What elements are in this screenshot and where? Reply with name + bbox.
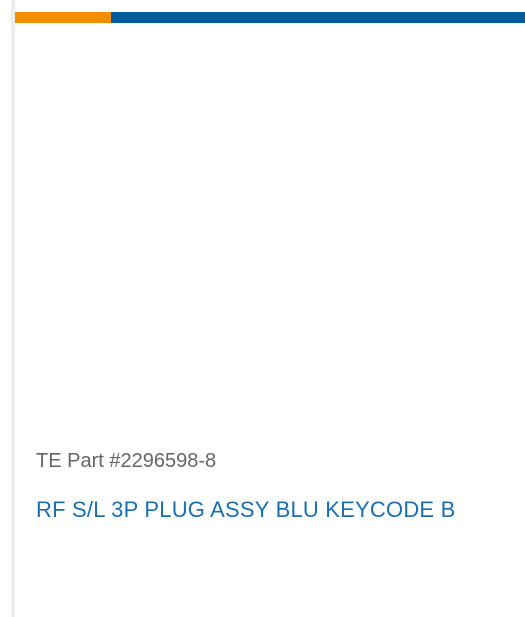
card-accent-bar bbox=[15, 12, 525, 23]
accent-bar-blue bbox=[111, 12, 525, 23]
product-title-link[interactable]: RF S/L 3P PLUG ASSY BLU KEYCODE B bbox=[36, 493, 506, 527]
page: TE Part #2296598-8 RF S/L 3P PLUG ASSY B… bbox=[0, 0, 525, 617]
part-number: TE Part #2296598-8 bbox=[36, 450, 217, 472]
accent-bar-orange bbox=[15, 12, 111, 23]
product-card[interactable]: TE Part #2296598-8 RF S/L 3P PLUG ASSY B… bbox=[15, 12, 525, 612]
